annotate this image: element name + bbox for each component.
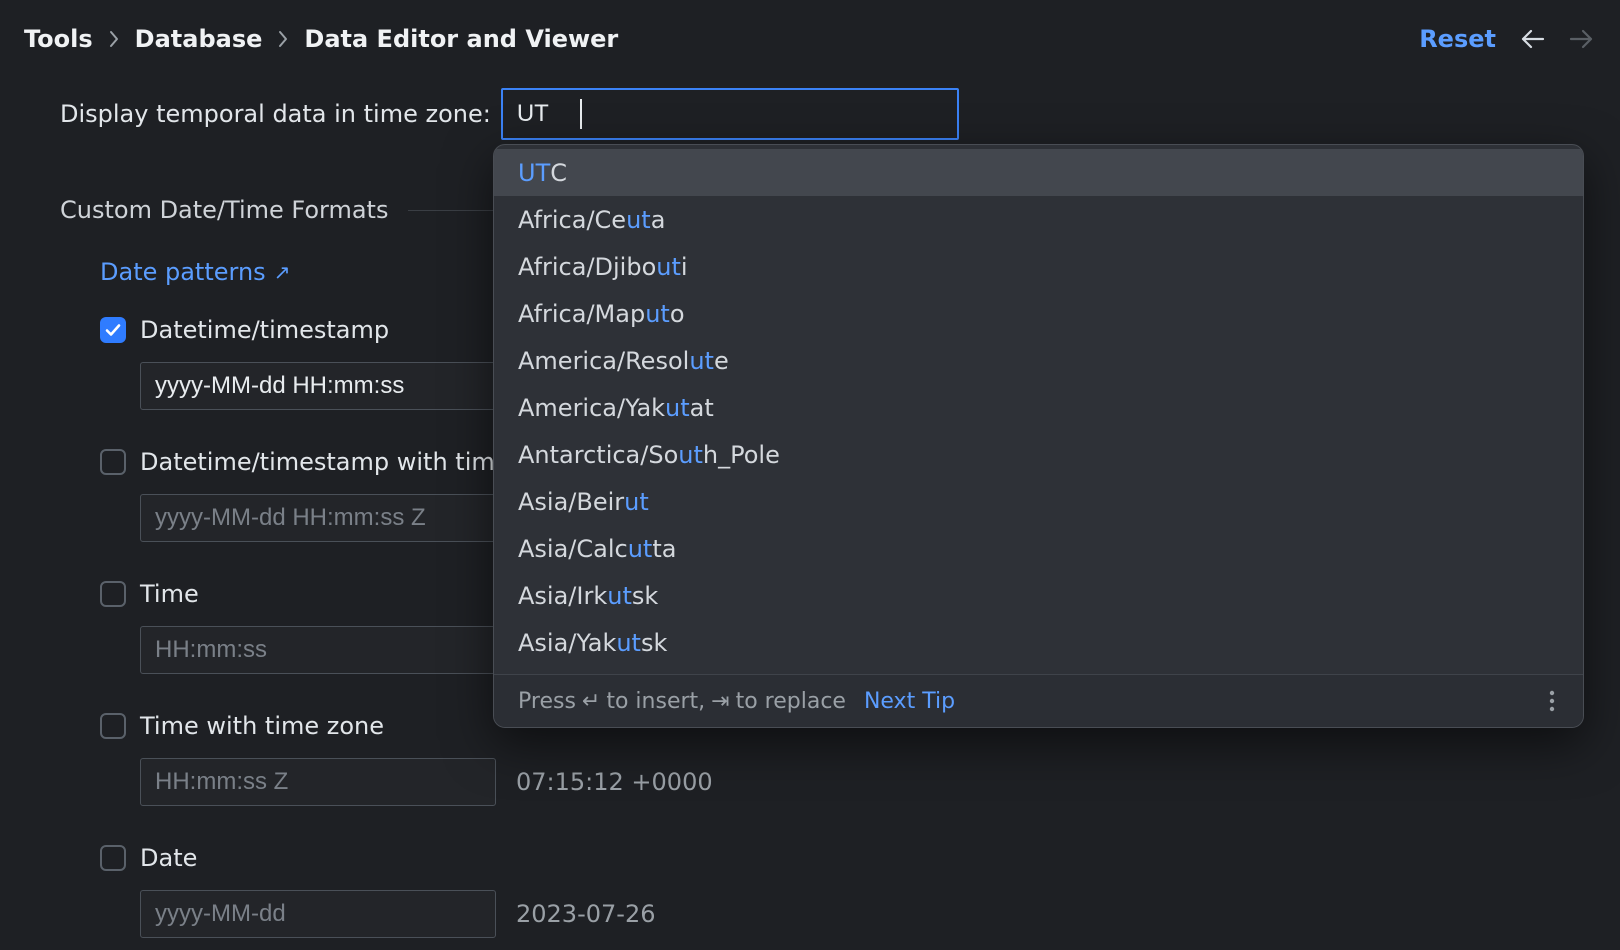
reset-button[interactable]: Reset [1419, 25, 1496, 53]
completion-item[interactable]: Africa/Maputo [494, 290, 1583, 337]
completion-item[interactable]: Asia/Yakutsk [494, 619, 1583, 666]
completion-item[interactable]: Antarctica/South_Pole [494, 431, 1583, 478]
date-checkbox-row[interactable]: Date [100, 844, 1596, 872]
date-preview: 2023-07-26 [516, 900, 655, 928]
completion-item[interactable]: UTC [494, 149, 1583, 196]
date-format-input[interactable] [140, 890, 496, 938]
chevron-right-icon [278, 30, 288, 48]
external-link-icon: ↗ [274, 260, 291, 284]
enter-key-icon: ↵ [582, 689, 600, 714]
section-title: Custom Date/Time Formats [60, 196, 388, 224]
timezone-label: Display temporal data in time zone: [60, 100, 491, 128]
completion-list[interactable]: UTCAfrica/CeutaAfrica/DjiboutiAfrica/Map… [494, 145, 1583, 674]
completion-item[interactable]: Asia/Beirut [494, 478, 1583, 525]
more-options-icon[interactable] [1545, 686, 1559, 716]
forward-button[interactable] [1566, 24, 1596, 54]
chevron-right-icon [109, 30, 119, 48]
checkbox-unchecked-icon [100, 581, 126, 607]
breadcrumb: Tools Database Data Editor and Viewer [24, 25, 618, 53]
breadcrumb-item-database[interactable]: Database [135, 25, 263, 53]
time-label: Time [140, 580, 199, 608]
next-tip-link[interactable]: Next Tip [864, 689, 955, 714]
separator [408, 210, 502, 211]
completion-item[interactable]: America/Yakutat [494, 384, 1583, 431]
time-tz-format-input[interactable] [140, 758, 496, 806]
date-patterns-link[interactable]: Date patterns [100, 258, 266, 286]
timezone-input[interactable] [501, 88, 959, 140]
datetime-format-input[interactable] [140, 362, 496, 410]
datetime-tz-label: Datetime/timestamp with time [140, 448, 510, 476]
time-tz-preview: 07:15:12 +0000 [516, 768, 713, 796]
time-tz-label: Time with time zone [140, 712, 384, 740]
completion-item[interactable]: Asia/Calcutta [494, 525, 1583, 572]
completion-item[interactable]: Africa/Djibouti [494, 243, 1583, 290]
checkbox-unchecked-icon [100, 713, 126, 739]
time-format-input[interactable] [140, 626, 496, 674]
completion-item[interactable]: America/Resolute [494, 337, 1583, 384]
checkbox-unchecked-icon [100, 845, 126, 871]
breadcrumb-item-tools[interactable]: Tools [24, 25, 93, 53]
text-caret [580, 99, 582, 129]
completion-popup: UTCAfrica/CeutaAfrica/DjiboutiAfrica/Map… [493, 144, 1584, 728]
checkbox-checked-icon [100, 317, 126, 343]
datetime-tz-format-input[interactable] [140, 494, 496, 542]
completion-item[interactable]: Africa/Ceuta [494, 196, 1583, 243]
popup-footer: Press ↵ to insert, ⇥ to replace Next Tip [494, 674, 1583, 727]
popup-hint: Press ↵ to insert, ⇥ to replace [518, 689, 846, 714]
checkbox-unchecked-icon [100, 449, 126, 475]
completion-item[interactable]: Asia/Irkutsk [494, 572, 1583, 619]
tab-key-icon: ⇥ [711, 689, 729, 714]
datetime-label: Datetime/timestamp [140, 316, 389, 344]
back-button[interactable] [1518, 24, 1548, 54]
date-label: Date [140, 844, 197, 872]
breadcrumb-item-data-editor: Data Editor and Viewer [304, 25, 618, 53]
completion-item[interactable]: Atlantic/South_Georgia [494, 666, 1583, 674]
